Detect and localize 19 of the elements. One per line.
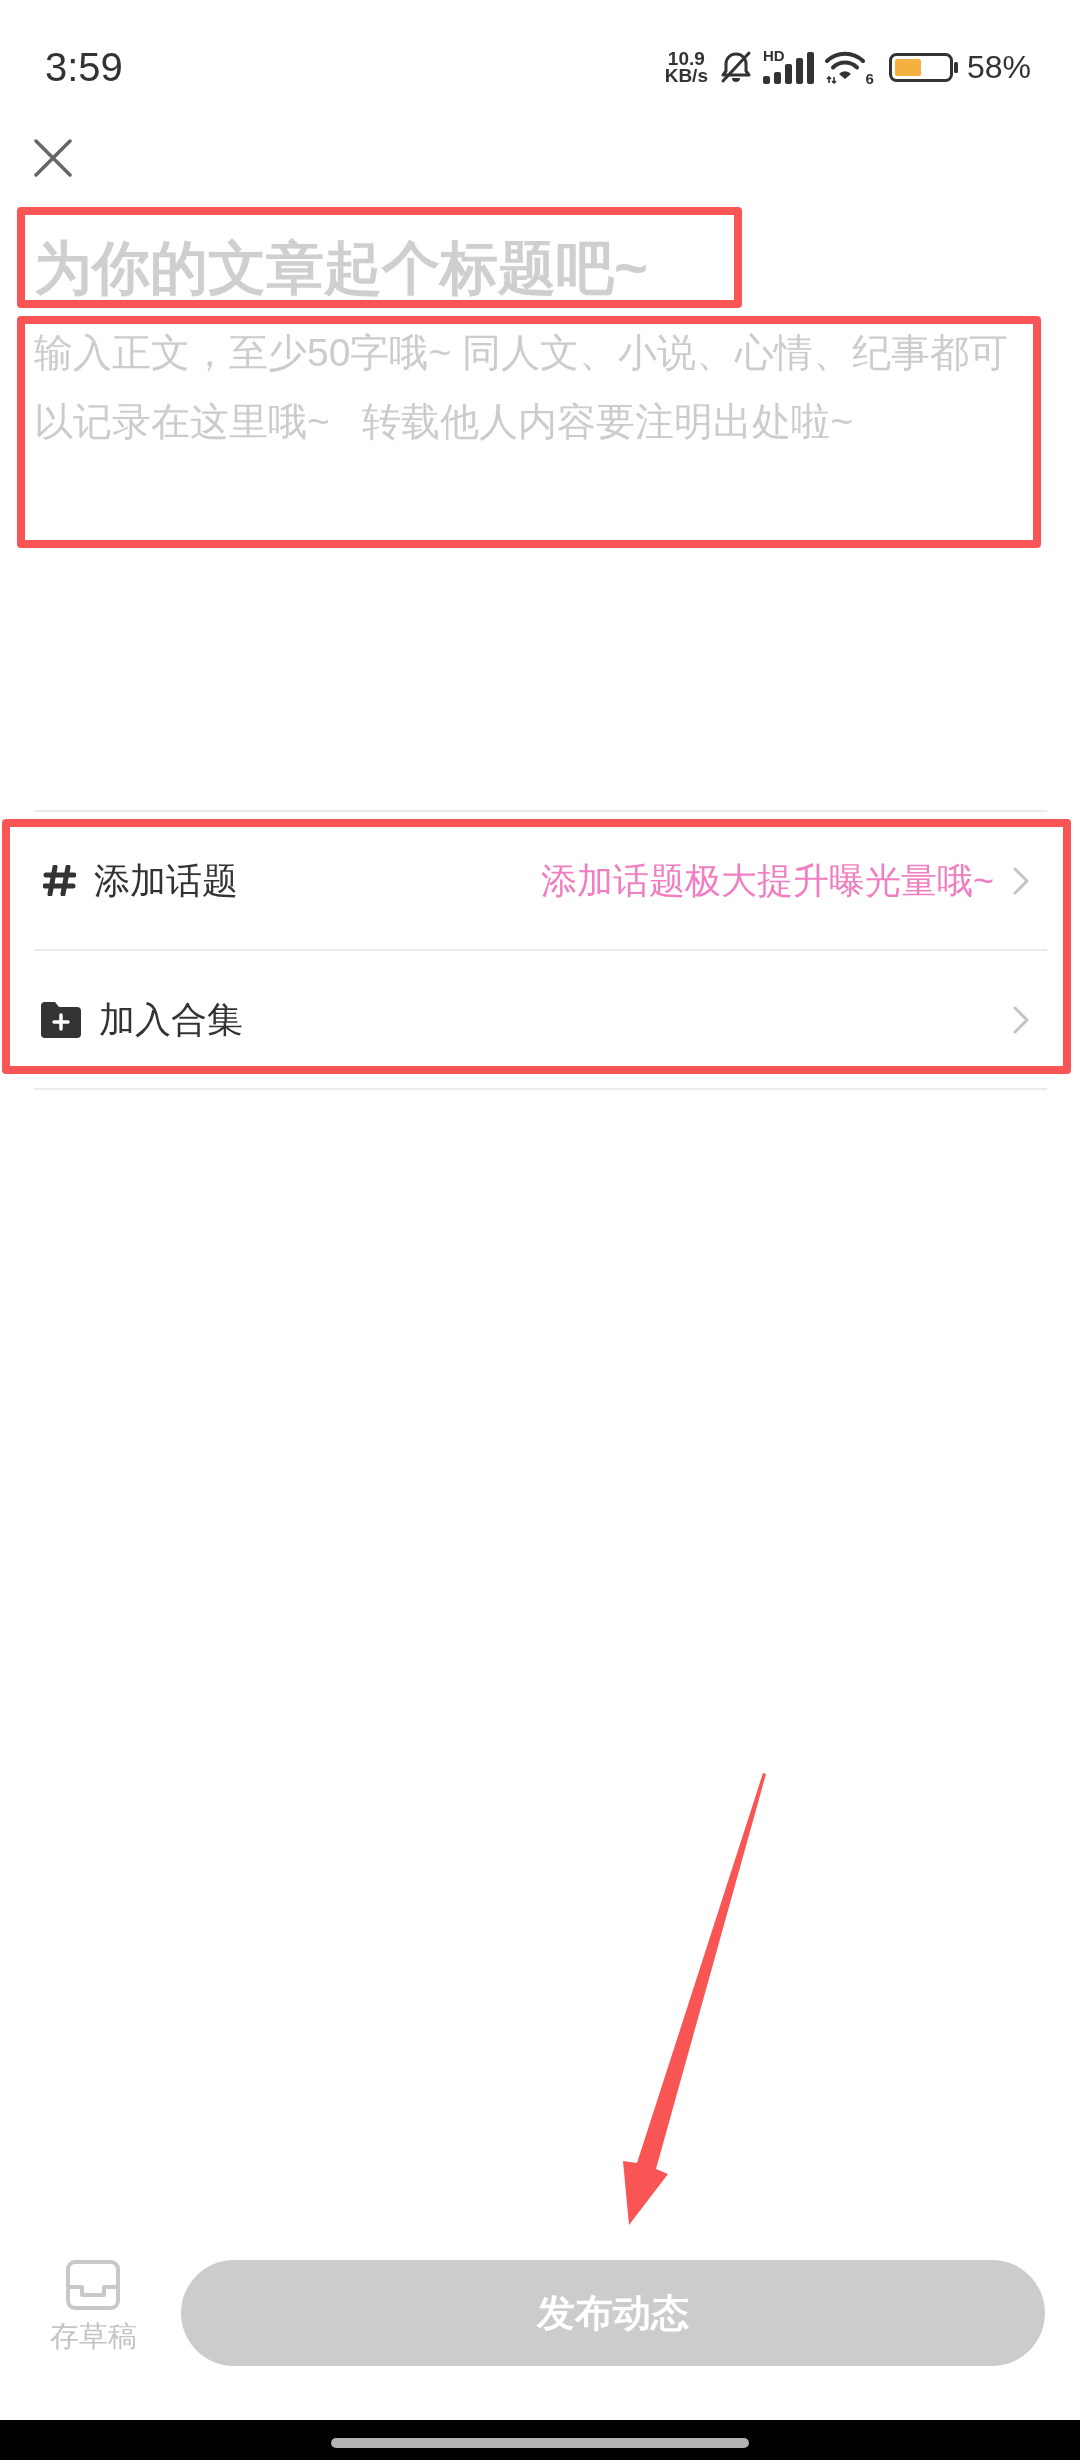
status-time: 3:59 <box>45 45 123 89</box>
wifi-label: 6 <box>865 71 874 86</box>
chevron-right-icon[interactable] <box>1012 866 1030 895</box>
wifi-icon <box>824 50 865 84</box>
row-label[interactable]: 添加话题 <box>94 858 238 903</box>
chevron-right-icon[interactable] <box>1012 1005 1030 1034</box>
folder-plus-icon <box>41 1001 81 1038</box>
home-indicator[interactable] <box>331 2438 749 2448</box>
speed-unit: KB/s <box>664 67 708 84</box>
battery-percent: 58% <box>966 49 1031 85</box>
signal-icon <box>762 50 815 84</box>
inbox-tray-icon <box>66 2260 120 2310</box>
close-icon[interactable] <box>34 138 72 177</box>
hash-icon <box>43 865 76 896</box>
speed-value: 10.9 <box>667 50 705 67</box>
battery-icon <box>888 52 958 82</box>
hd-label: HD <box>762 48 785 63</box>
hint-text: 添加话题极大提升曝光量哦~ <box>540 858 994 903</box>
row-label[interactable]: 加入合集 <box>99 997 243 1042</box>
